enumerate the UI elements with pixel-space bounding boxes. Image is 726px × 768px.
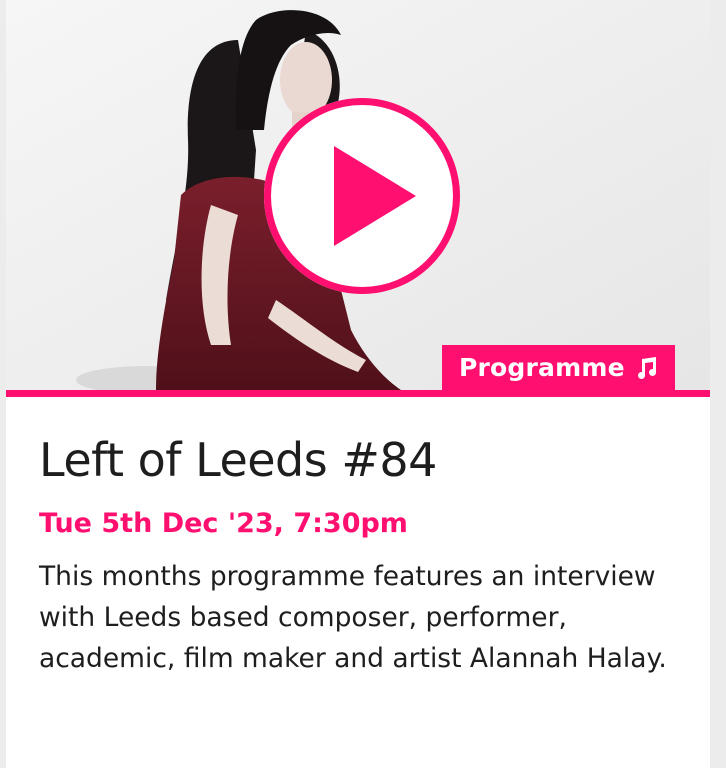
event-card: Programme Left of Leeds #84 Tue 5th Dec …	[6, 0, 710, 768]
event-description: This months programme features an interv…	[39, 561, 667, 674]
accent-divider	[6, 390, 710, 397]
event-title[interactable]: Left of Leeds #84	[39, 432, 437, 488]
play-icon	[334, 146, 416, 246]
programme-badge[interactable]: Programme	[442, 345, 675, 390]
play-button[interactable]	[264, 98, 460, 294]
badge-label: Programme	[459, 353, 625, 382]
event-media[interactable]: Programme	[6, 0, 710, 390]
music-note-icon	[637, 356, 656, 379]
event-date: Tue 5th Dec '23, 7:30pm	[39, 508, 408, 539]
